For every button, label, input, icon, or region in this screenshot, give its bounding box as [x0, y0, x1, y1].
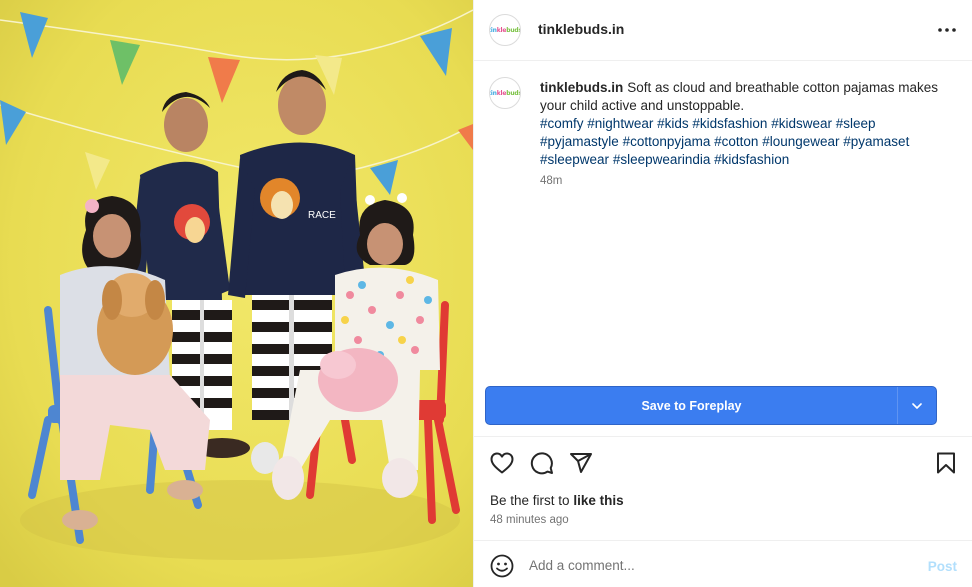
save-to-foreplay-button[interactable]: Save to Foreplay	[486, 387, 897, 424]
hashtag-link[interactable]: #kidswear	[771, 116, 832, 131]
hashtag-link[interactable]: #loungewear	[762, 134, 839, 149]
caption-username[interactable]: tinklebuds.in	[540, 80, 623, 95]
post-photo: RACE	[0, 0, 473, 587]
hashtag-link[interactable]: #cottonpyjama	[623, 134, 711, 149]
hashtag-link[interactable]: #sleep	[836, 116, 876, 131]
hashtag-link[interactable]: #kidsfashion	[714, 152, 789, 167]
posted-time[interactable]: 48 minutes ago	[490, 514, 569, 526]
likes-text: Be the first to like this	[490, 493, 624, 508]
save-post-button[interactable]	[933, 450, 959, 476]
hashtag-link[interactable]: #cotton	[714, 134, 758, 149]
caption-section: tinklebuds tinklebuds.inSoft as cloud an…	[474, 61, 972, 383]
divider	[474, 436, 972, 437]
account-username[interactable]: tinklebuds.in	[538, 21, 624, 37]
caption-time-ago[interactable]: 48m	[540, 175, 562, 187]
save-to-foreplay-bar: Save to Foreplay	[485, 386, 937, 425]
hashtag-link[interactable]: #kids	[657, 116, 689, 131]
like-button[interactable]	[489, 450, 515, 476]
avatar[interactable]: tinklebuds	[489, 14, 521, 46]
hashtag-link[interactable]: #comfy	[540, 116, 584, 131]
chevron-down-icon	[912, 402, 922, 409]
post-caption: tinklebuds.in Soft as cloud and breathabl…	[540, 79, 940, 169]
like-this-link[interactable]: like this	[573, 493, 623, 508]
hashtag-link[interactable]: #nightwear	[587, 116, 653, 131]
post-image[interactable]: RACE	[0, 0, 473, 587]
brand-logo: tinklebuds	[490, 89, 521, 97]
hashtag-link[interactable]: #sleepwearindia	[613, 152, 711, 167]
post-comment-button[interactable]: Post	[928, 559, 957, 574]
comment-input[interactable]	[529, 553, 909, 577]
comment-icon	[530, 452, 553, 475]
heart-icon	[490, 452, 514, 474]
more-options-button[interactable]	[935, 20, 959, 40]
hashtag-link[interactable]: #sleepwear	[540, 152, 609, 167]
caption-avatar[interactable]: tinklebuds	[489, 77, 521, 109]
save-options-dropdown[interactable]	[898, 387, 936, 424]
brand-logo: tinklebuds	[490, 26, 521, 34]
hashtag-link[interactable]: #pyamaset	[843, 134, 909, 149]
post-header: tinklebuds tinklebuds.in	[474, 0, 972, 61]
hashtag-link[interactable]: #kidsfashion	[692, 116, 767, 131]
emoji-button[interactable]	[490, 554, 514, 578]
svg-text:RACE: RACE	[308, 210, 336, 221]
hashtag-link[interactable]: #pyjamastyle	[540, 134, 619, 149]
emoji-icon	[490, 554, 514, 578]
share-button[interactable]	[568, 450, 594, 476]
likes-prefix: Be the first to	[490, 493, 570, 508]
comment-bar: Post	[474, 540, 972, 587]
comment-button[interactable]	[529, 450, 555, 476]
post-details-panel: tinklebuds tinklebuds.in tinklebuds tink…	[473, 0, 972, 587]
bookmark-icon	[937, 452, 955, 474]
more-horizontal-icon	[938, 28, 956, 32]
share-icon	[570, 453, 592, 473]
